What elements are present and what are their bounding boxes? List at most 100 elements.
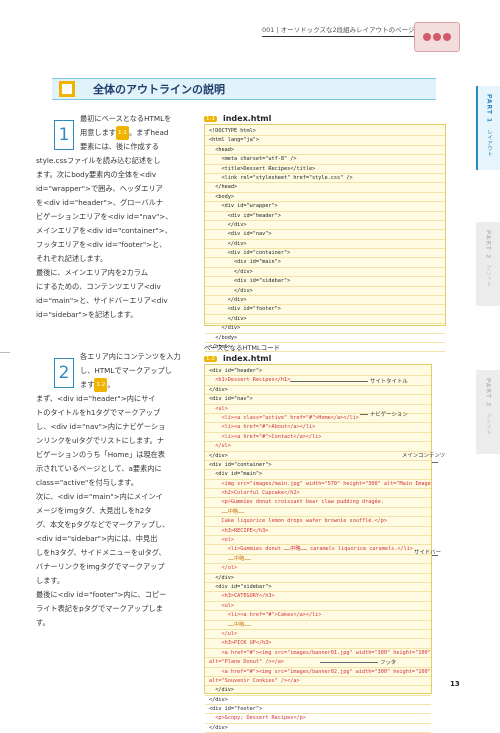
- description-line: メインエリアを<div id="container">、: [36, 226, 172, 235]
- description-line: フッタエリアを<div id="footer">と、: [36, 240, 167, 249]
- code-line: <a href="#"><img src="images/banner01.jp…: [205, 649, 431, 659]
- code-line: </div>: [205, 315, 445, 325]
- code-line: </div>: [205, 296, 445, 306]
- code-line: ……中略……: [205, 555, 431, 565]
- code-line: <link rel="stylesheet" href="style.css" …: [205, 174, 445, 184]
- code-line: <img src="images/main.jpg" width="570" h…: [205, 480, 431, 490]
- code-line: </div>: [205, 221, 445, 231]
- code-line: <!DOCTYPE html>: [205, 127, 445, 137]
- code-line: </div>: [205, 268, 445, 278]
- annotation-sidebar: サイドバー: [414, 550, 441, 556]
- code1-title: 1-1 index.html: [204, 114, 271, 123]
- annotation-navigation: ナビゲーション: [370, 412, 408, 418]
- section-marker-icon: [59, 81, 75, 97]
- figure-badge: 1-2: [94, 378, 108, 392]
- code-line: <title>Dessert Recipes</title>: [205, 165, 445, 174]
- description-line: ます 1-2。: [36, 378, 196, 392]
- side-tab-sub: アシスト: [485, 413, 491, 436]
- side-tab-label: PART 1: [485, 94, 493, 124]
- code-line: <meta charset="utf-8" />: [205, 155, 445, 165]
- code1-block: <!DOCTYPE html> <html lang="ja"> <head> <…: [204, 124, 446, 353]
- code-line: </ul>: [205, 442, 431, 452]
- code-line: </div>: [205, 452, 431, 461]
- description-line: それぞれ記述します。: [36, 254, 108, 263]
- description-line: <div id="sidebar">内には、中見出: [36, 534, 158, 543]
- side-tab-sub: レイアウト: [486, 129, 492, 157]
- code-line: <li><a href="#">About</a></li>: [205, 423, 431, 433]
- margin-mark: [0, 352, 10, 353]
- code-line: <div id="nav">: [205, 230, 445, 240]
- code-line: </div>: [205, 574, 431, 583]
- description-line: ビゲーションのうち「Home」は現在表: [36, 450, 165, 459]
- side-tab-label: PART 2: [484, 230, 492, 260]
- code-line: <a href="#"><img src="images/banner02.jp…: [205, 668, 431, 677]
- annotation-line: [360, 414, 368, 415]
- description-line: グ、本文をpタグなどでマークアップし、: [36, 520, 170, 529]
- step2-description: 各エリア内にコンテンツを入力 し、HTMLでマークアップし ます 1-2。まず、<di…: [36, 350, 196, 630]
- description-line: id="wrapper">で囲み、ヘッダエリア: [36, 184, 163, 193]
- description-line: トのタイトルをh1タグでマークアップ: [36, 408, 161, 417]
- code-line: <div id="sidebar">: [205, 583, 431, 593]
- code-line: <h3>CATEGORY</h3>: [205, 592, 431, 602]
- description-line: style.cssファイルを読み込む記述をし: [36, 156, 161, 165]
- description-line: 用意します 1-1 。まずhead: [36, 126, 196, 140]
- code-line: <h2>Colorful Cupcake</h2>: [205, 489, 431, 499]
- section-title: 全体のアウトラインの説明: [93, 83, 225, 96]
- code-line: <ol>: [205, 536, 431, 546]
- side-tab-part1: PART 1 レイアウト: [476, 86, 500, 170]
- code-line: alt="Plane Donut" /></a>: [205, 658, 431, 668]
- annotation-main-content: メインコンテンツ: [402, 453, 446, 459]
- side-tab-part3: PART 3 アシスト: [476, 370, 500, 454]
- side-tab-part2: PART 2 グリッド: [476, 222, 500, 306]
- section-title-bar: 全体のアウトラインの説明: [52, 78, 436, 100]
- figure-badge: 1-1: [115, 126, 129, 140]
- code-line: <li>Gummies donut ……中略…… caramels liquor…: [205, 545, 431, 555]
- thumb-dot: [443, 33, 451, 41]
- code-line: ……中略……: [205, 508, 431, 518]
- chapter-header: 001 | オーソドックスな2段組みレイアウトのページ: [262, 26, 415, 34]
- description-line: ライト表記をpタグでマークアップしま: [36, 604, 163, 613]
- description-line: 各エリア内にコンテンツを入力: [80, 352, 181, 361]
- thumb-dot: [423, 33, 431, 41]
- description-line: 次に、<div id="main">内にメインイ: [36, 492, 163, 501]
- description-line: 最後に、メインエリア内を2カラム: [36, 268, 148, 277]
- code-line: </ol>: [205, 564, 431, 574]
- code-filename: index.html: [222, 354, 272, 363]
- description-line: 最後に<div id="footer">内に、コピー: [36, 590, 167, 599]
- description-line: し、<div id="nav">内にナビゲーショ: [36, 422, 166, 431]
- description-line: にするための、コンテンツエリア<div: [36, 282, 161, 291]
- code-line: </div>: [205, 240, 445, 250]
- header-thumbnail: [414, 22, 460, 52]
- annotation-line: [290, 381, 368, 382]
- description-line: を<div id="header">、グローバルナ: [36, 198, 164, 207]
- code-line: </div>: [205, 386, 431, 396]
- description-line: class="active"を付与します。: [36, 478, 138, 487]
- code-line: <div id="header">: [205, 367, 431, 377]
- code-line: </div>: [205, 287, 445, 297]
- code-line: <body>: [205, 193, 445, 203]
- description-line: します。: [36, 576, 65, 585]
- code-line: ……中略……: [205, 621, 431, 630]
- code-line: </div>: [205, 686, 431, 696]
- description-line: しをh3タグ、サイドメニューをulタグ、: [36, 548, 166, 557]
- description-line: し、HTMLでマークアップし: [80, 366, 172, 375]
- annotation-site-title: サイトタイトル: [370, 379, 408, 385]
- code-line: </head>: [205, 183, 445, 193]
- description-line: ビゲーションエリアを<div id="nav">、: [36, 212, 173, 221]
- code-line: Cake liquorice lemon drops wafer brownie…: [205, 517, 431, 527]
- code-line: <li><a href="#">Contact</a></li>: [205, 433, 431, 443]
- code-line: <div id="main">: [205, 258, 445, 268]
- step1-description: 最初にベースとなるHTMLを 用意します 1-1 。まずhead 要素には、後に作成する…: [36, 112, 196, 322]
- thumb-dot: [433, 33, 441, 41]
- code-line: <div id="main">: [205, 470, 431, 480]
- code-line: <p>Gummies donut croissant bear claw pud…: [205, 498, 431, 508]
- side-tab-label: PART 3: [484, 378, 492, 408]
- code-line: <div id="footer">: [205, 305, 445, 315]
- code-line: <div id="wrapper">: [205, 202, 445, 212]
- code-line: <h3>PICK UP</h3>: [205, 639, 431, 649]
- description-line: id="main">と、サイドバーエリア<div: [36, 296, 168, 305]
- description-line: ます。次にbody要素内の全体を<div: [36, 170, 157, 179]
- description-line: ンリンクをulタグでリストにします。ナ: [36, 436, 165, 445]
- code-line: <div id="sidebar">: [205, 277, 445, 287]
- code-line: <ul>: [205, 602, 431, 612]
